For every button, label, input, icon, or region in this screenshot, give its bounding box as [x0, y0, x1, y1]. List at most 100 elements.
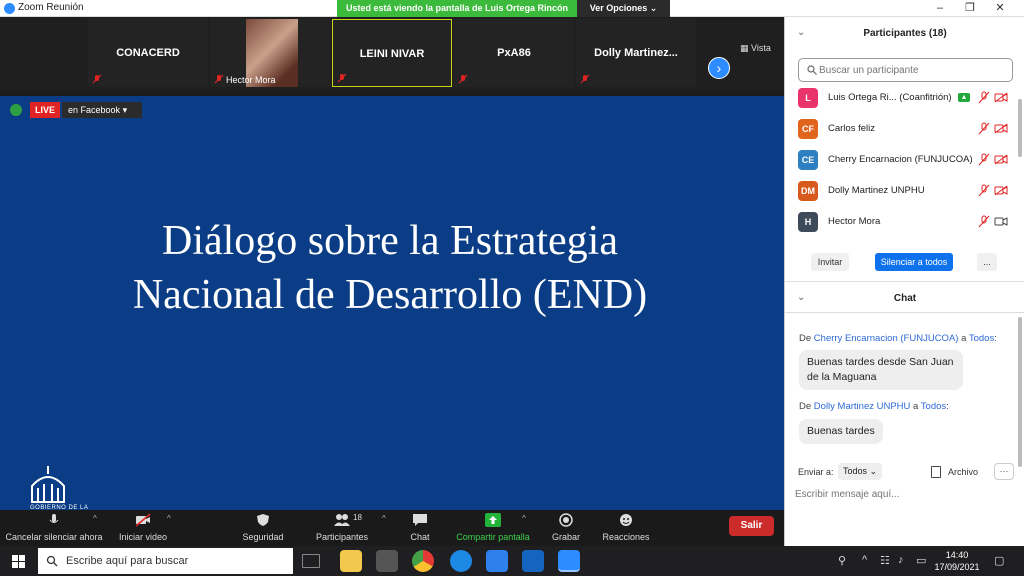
share-screen-label: Compartir pantalla [456, 532, 530, 542]
file-explorer-icon[interactable] [340, 550, 362, 572]
participant-search-input[interactable] [819, 62, 1009, 78]
participant-row[interactable]: DM Dolly Martinez UNPHU [798, 180, 1013, 202]
participants-scrollbar[interactable] [1018, 99, 1022, 157]
muted-mic-icon[interactable] [978, 184, 990, 197]
chat-more-button[interactable]: ··· [994, 463, 1014, 480]
share-options-caret[interactable]: ^ [522, 514, 526, 523]
audio-options-caret[interactable]: ^ [93, 514, 97, 523]
people-tray-icon[interactable]: ⚲ [838, 554, 846, 567]
record-button[interactable]: Grabar [540, 510, 592, 546]
send-to-dropdown[interactable]: Todos ⌄ [838, 463, 882, 480]
unmute-label: Cancelar silenciar ahora [5, 532, 103, 542]
chat-button[interactable]: Chat [395, 510, 445, 546]
unmute-button[interactable]: Cancelar silenciar ahora [0, 510, 108, 546]
participant-row[interactable]: CF Carlos feliz [798, 118, 1013, 140]
battery-icon[interactable]: ▭ [916, 554, 926, 567]
taskbar-clock[interactable]: 14:40 17/09/2021 [934, 549, 980, 573]
windows-taskbar: Escribe aquí para buscar ⚲ ^ ☷ ♪ ▭ 14:40… [0, 546, 1024, 576]
leave-button[interactable]: Salir [729, 516, 774, 536]
muted-mic-icon [337, 73, 347, 83]
maximize-button[interactable]: ❐ [955, 0, 985, 17]
send-to-value: Todos [842, 466, 867, 476]
chat-scrollbar[interactable] [1018, 317, 1022, 467]
mute-all-button[interactable]: Silenciar a todos [875, 253, 953, 271]
view-button[interactable]: ▦ Vista [740, 43, 771, 54]
message-recipient: Todos [920, 401, 947, 412]
participants-label: Participantes [315, 532, 369, 542]
word-icon[interactable] [522, 550, 544, 572]
video-off-icon[interactable] [994, 123, 1008, 134]
mail-icon[interactable] [486, 550, 508, 572]
message-suffix: : [946, 401, 949, 412]
chevron-down-icon: ⌄ [869, 466, 878, 476]
speaker-icon[interactable]: ♪ [898, 554, 904, 566]
video-off-icon[interactable] [994, 185, 1008, 196]
title-bar: Zoom Reunión Usted está viendo la pantal… [0, 0, 1024, 17]
live-target-dropdown[interactable]: en Facebook ▾ [62, 102, 142, 118]
chrome-icon[interactable] [412, 550, 434, 572]
video-off-icon [135, 513, 151, 527]
view-options-button[interactable]: Ver Opciones ⌄ [577, 0, 670, 17]
video-off-icon[interactable] [994, 92, 1008, 103]
minimize-button[interactable]: – [925, 0, 955, 17]
video-tile-hector-mora[interactable]: Hector Mora [210, 19, 330, 87]
message-prefix: De [799, 401, 814, 412]
video-off-icon[interactable] [994, 154, 1008, 165]
security-button[interactable]: Seguridad [230, 510, 296, 546]
edge-icon[interactable] [450, 550, 472, 572]
participant-row[interactable]: CE Cherry Encarnacion (FUNJUCOA) [798, 149, 1013, 171]
participant-row[interactable]: H Hector Mora [798, 211, 1013, 233]
file-button[interactable]: Archivo [948, 467, 978, 477]
close-button[interactable]: ✕ [985, 0, 1015, 17]
participants-button[interactable]: Participantes [307, 510, 377, 546]
message-suffix: : [994, 333, 997, 344]
video-tile-pxa86[interactable]: PxA86 [454, 19, 574, 87]
message-meta: De Cherry Encarnacion (FUNJUCOA) a Todos… [799, 333, 997, 344]
participant-row[interactable]: L Luis Ortega Ri... (Coanfitrión) ▲ [798, 87, 1013, 109]
share-screen-button[interactable]: Compartir pantalla [455, 510, 531, 546]
muted-mic-icon [92, 74, 102, 84]
chat-message-input[interactable] [795, 485, 1015, 503]
tile-name: Hector Mora [226, 75, 276, 85]
chat-bubble: Buenas tardes desde San Juan de la Magua… [799, 350, 963, 390]
notifications-icon[interactable]: ▢ [994, 554, 1004, 567]
network-icon[interactable]: ☷ [880, 554, 890, 567]
participant-search[interactable] [798, 58, 1013, 82]
chevron-up-icon[interactable]: ^ [862, 554, 867, 566]
file-icon [931, 466, 941, 478]
video-tile-conacerd[interactable]: CONACERD [88, 19, 208, 87]
store-icon[interactable] [376, 550, 398, 572]
video-tile-dolly-martinez[interactable]: Dolly Martinez... [576, 19, 696, 87]
invite-button[interactable]: Invitar [811, 253, 849, 271]
video-tile-leini-nivar[interactable]: LEINI NIVAR [332, 19, 452, 87]
reactions-button[interactable]: Reacciones [594, 510, 658, 546]
video-camera-icon[interactable] [994, 216, 1008, 227]
next-page-button[interactable]: › [708, 57, 730, 79]
participants-options-caret[interactable]: ^ [382, 514, 386, 523]
search-icon [807, 65, 817, 75]
muted-mic-icon [214, 74, 224, 84]
windows-start-icon[interactable] [12, 555, 25, 568]
search-icon [46, 555, 58, 567]
message-sender[interactable]: Cherry Encarnacion (FUNJUCOA) [814, 333, 959, 344]
start-video-label: Iniciar video [118, 532, 168, 542]
zoom-app-icon [4, 3, 15, 14]
side-panel: ⌄ Participantes (18) L Luis Ortega Ri...… [784, 17, 1024, 546]
participant-name: Hector Mora [828, 216, 881, 227]
muted-mic-icon[interactable] [978, 153, 990, 166]
message-recipient: Todos [968, 333, 995, 344]
live-badge: LIVE [30, 102, 60, 118]
video-options-caret[interactable]: ^ [167, 514, 171, 523]
cohost-badge-icon: ▲ [958, 93, 970, 102]
message-sender[interactable]: Dolly Martinez UNPHU [814, 401, 911, 412]
more-options-button[interactable]: ... [977, 253, 997, 271]
muted-mic-icon[interactable] [978, 122, 990, 135]
live-target-label: en Facebook [68, 105, 121, 115]
muted-mic-icon[interactable] [978, 215, 990, 228]
taskbar-search[interactable]: Escribe aquí para buscar [38, 548, 293, 574]
muted-mic-icon[interactable] [978, 91, 990, 104]
task-view-icon[interactable] [302, 554, 320, 568]
chat-bubble-icon [413, 514, 427, 526]
zoom-taskbar-icon[interactable] [558, 550, 580, 572]
panel-divider [785, 281, 1024, 282]
